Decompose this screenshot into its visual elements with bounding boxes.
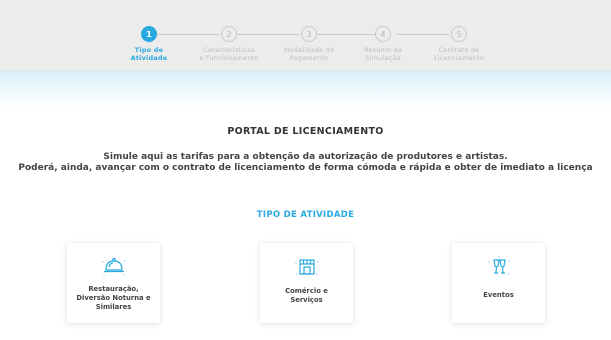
card-label-line: Eventos	[483, 291, 514, 299]
intro-text-line-2: Poderá, ainda, avançar com o contrato de…	[18, 163, 593, 173]
intro-text-line-1: Simule aqui as tarifas para a obtenção d…	[103, 152, 508, 162]
storefront-icon	[294, 259, 319, 275]
step-label-line: Características	[203, 46, 255, 54]
page-title: PORTAL DE LICENCIAMENTO	[227, 126, 384, 137]
step-label-line: Licenciamento	[433, 54, 485, 62]
card-label-line: Serviços	[290, 296, 323, 304]
card-label-line: Similares	[95, 303, 132, 311]
progress-stepper: 1 Tipo de Atividade 2 Características e …	[0, 0, 611, 70]
step-2[interactable]: 2 Características e Funcionamento	[184, 26, 274, 62]
step-number: 5	[451, 26, 467, 42]
step-label-line: Atividade	[130, 54, 168, 62]
step-label: Tipo de Atividade	[104, 46, 194, 62]
step-number: 3	[301, 26, 317, 42]
cloche-icon	[101, 257, 126, 276]
step-label: Características e Funcionamento	[184, 46, 274, 62]
activity-card-eventos[interactable]: Eventos	[452, 243, 545, 323]
card-label-line: Restauração,	[88, 285, 139, 293]
step-5[interactable]: 5 Contrato de Licenciamento	[414, 26, 504, 62]
step-number: 4	[375, 26, 391, 42]
section-title: TIPO DE ATIVIDADE	[256, 210, 355, 220]
card-label-line: Comércio e	[285, 287, 328, 295]
activity-card-label: Eventos	[452, 291, 545, 300]
step-1[interactable]: 1 Tipo de Atividade	[104, 26, 194, 62]
activity-card-restauracao[interactable]: Restauração, Diversão Noturna e Similare…	[67, 243, 160, 323]
header-gradient-band	[0, 71, 611, 107]
champagne-glasses-icon	[487, 256, 510, 275]
activity-card-comercio[interactable]: Comércio e Serviços	[260, 243, 353, 323]
step-label: Contrato de Licenciamento	[414, 46, 504, 62]
step-label-line: e Funcionamento	[199, 54, 259, 62]
activity-card-label: Restauração, Diversão Noturna e Similare…	[67, 285, 160, 312]
step-label-line: Contrato de	[438, 46, 480, 54]
step-number: 2	[221, 26, 237, 42]
step-number: 1	[141, 26, 157, 42]
step-label-line: Tipo de	[134, 46, 164, 54]
card-label-line: Diversão Noturna e	[76, 294, 151, 302]
activity-card-label: Comércio e Serviços	[260, 287, 353, 305]
